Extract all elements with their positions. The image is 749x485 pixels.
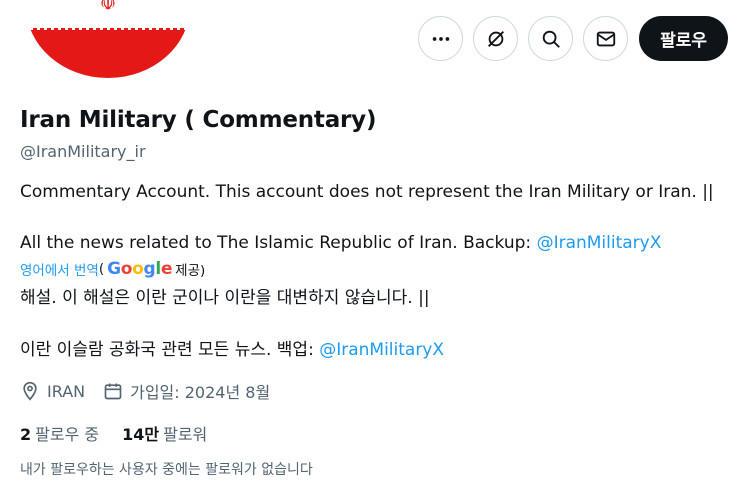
profile-name: Iran Military ( Commentary) [20, 107, 377, 133]
message-icon [596, 31, 615, 46]
profile-stats: 2 팔로우 중 14만 팔로워 [20, 421, 230, 445]
translated-bio-line-2: 이란 이슬람 공화국 관련 모든 뉴스. 백업: @IranMilitaryX [20, 339, 444, 361]
location-pin-icon [23, 381, 37, 401]
message-button[interactable] [583, 16, 629, 61]
grok-icon [487, 30, 504, 47]
search-icon [542, 30, 560, 48]
profile-actions: 팔로우 [418, 16, 728, 61]
follow-button[interactable]: 팔로우 [639, 16, 728, 61]
following-stat[interactable]: 2 팔로우 중 [20, 421, 99, 445]
grok-button[interactable] [473, 16, 519, 61]
search-button[interactable] [528, 16, 574, 61]
profile-page: ☫ 팔로우 Iran Military ( Commentary) @IranM… [0, 0, 749, 485]
calendar-icon [104, 383, 122, 400]
bio-text: All the news related to The Islamic Repu… [20, 233, 532, 253]
profile-avatar[interactable]: ☫ [22, 0, 194, 82]
followers-label: 팔로워 [163, 425, 208, 444]
more-icon [432, 36, 449, 41]
translation-attribution: 영어에서 번역 ( Google 제공) [20, 259, 205, 279]
google-logo-icon: Google [107, 259, 173, 279]
location-text: IRAN [47, 381, 86, 401]
followers-count: 14만 [122, 425, 160, 444]
bio-line-2: All the news related to The Islamic Repu… [20, 232, 661, 254]
flag-emblem-icon: ☫ [99, 0, 117, 15]
joined-item: 가입일: 2024년 8월 [103, 379, 270, 403]
location-item: IRAN [20, 381, 85, 401]
more-button[interactable] [418, 16, 464, 61]
bio-mention-link[interactable]: @IranMilitaryX [537, 233, 662, 253]
joined-text: 가입일: 2024년 8월 [130, 383, 271, 402]
translate-provider-suffix: 제공) [175, 263, 206, 279]
translate-link[interactable]: 영어에서 번역 [20, 259, 99, 279]
profile-handle: @IranMilitary_ir [20, 142, 146, 161]
translated-mention-link[interactable]: @IranMilitaryX [319, 340, 444, 360]
following-label: 팔로우 중 [35, 425, 100, 444]
translated-bio-text: 이란 이슬람 공화국 관련 모든 뉴스. 백업: [20, 340, 314, 360]
bio-line-1: Commentary Account. This account does no… [20, 182, 714, 202]
translated-bio-line-1: 해설. 이 해설은 이란 군이나 이란을 대변하지 않습니다. || [20, 288, 430, 308]
translate-prefix: ( [98, 261, 105, 277]
no-mutual-followers-text: 내가 팔로우하는 사용자 중에는 팔로워가 없습니다 [20, 462, 313, 478]
flag-red-stripe [26, 30, 190, 78]
followers-stat[interactable]: 14만 팔로워 [122, 421, 207, 445]
following-count: 2 [20, 425, 32, 444]
profile-meta: IRAN 가입일: 2024년 8월 [20, 379, 288, 403]
